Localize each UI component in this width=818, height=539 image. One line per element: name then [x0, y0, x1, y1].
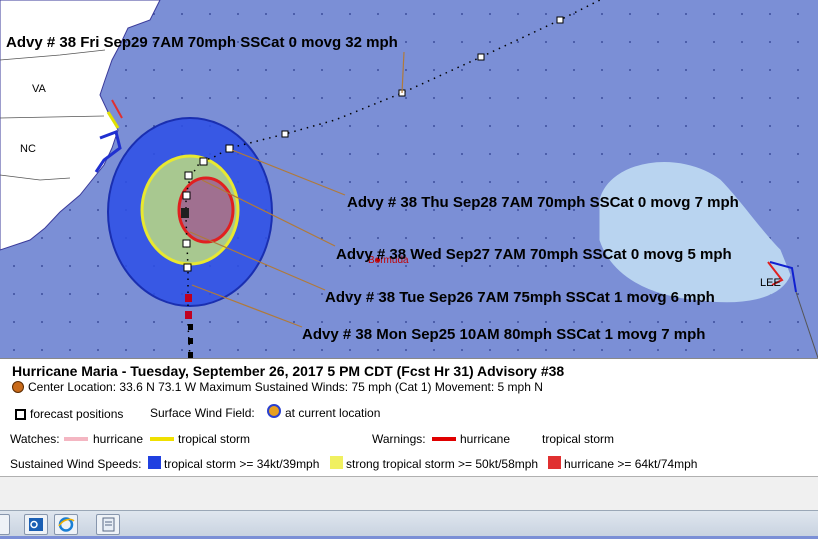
- center-location-text: Center Location: 33.6 N 73.1 W Maximum S…: [28, 380, 543, 394]
- forecast-position-marker: [183, 263, 192, 272]
- warning-hurricane-swatch: [432, 437, 456, 441]
- watch-ts-label: tropical storm: [178, 432, 251, 446]
- ts-wind-swatch: [148, 456, 161, 469]
- callout-thu-sep28: Advy # 38 Thu Sep28 7AM 70mph SSCat 0 mo…: [347, 194, 739, 211]
- watch-hurricane-label: hurricane: [93, 432, 144, 446]
- strong-ts-wind-swatch: [330, 456, 343, 469]
- past-position-marker: [185, 311, 192, 319]
- windows-flag-icon[interactable]: [0, 514, 10, 535]
- forecast-position-marker: [182, 191, 191, 200]
- state-label-nc: NC: [20, 143, 36, 155]
- past-position-marker: [185, 294, 192, 302]
- strong-ts-wind-label: strong tropical storm >= 50kt/58mph: [346, 457, 539, 471]
- past-position-marker: [188, 324, 193, 330]
- surface-wind-field-label: Surface Wind Field:: [150, 406, 255, 420]
- forecast-position-marker: [556, 16, 564, 24]
- callout-mon-sep25: Advy # 38 Mon Sep25 10AM 80mph SSCat 1 m…: [302, 326, 705, 343]
- forecast-position-legend-icon: [15, 409, 26, 420]
- map-canvas: LEE VA NC Bermuda Advy # 38 Fri Sep29 7A…: [0, 0, 818, 359]
- watches-label: Watches:: [10, 432, 60, 446]
- forecast-position-marker: [477, 53, 485, 61]
- viewer-status-area: [0, 476, 818, 511]
- forecast-positions-label: forecast positions: [30, 407, 124, 421]
- at-current-location-label: at current location: [285, 406, 381, 420]
- forecast-position-marker: [225, 144, 234, 153]
- forecast-position-marker: [199, 157, 208, 166]
- sustained-wind-label: Sustained Wind Speeds:: [10, 457, 142, 471]
- past-position-marker: [188, 338, 193, 344]
- taskbar: [0, 510, 818, 536]
- center-location-icon: [12, 381, 24, 393]
- hurricane-wind-swatch: [548, 456, 561, 469]
- legend-title: Hurricane Maria - Tuesday, September 26,…: [12, 363, 565, 379]
- forecast-position-marker: [182, 239, 191, 248]
- ts-wind-label: tropical storm >= 34kt/39mph: [164, 457, 320, 471]
- outlook-icon[interactable]: [24, 514, 48, 535]
- warning-ts-label: tropical storm: [542, 432, 615, 446]
- wind-field-target-icon: [267, 404, 281, 418]
- forecast-position-marker: [281, 130, 289, 138]
- callout-fri-sep29: Advy # 38 Fri Sep29 7AM 70mph SSCat 0 mo…: [6, 34, 398, 51]
- hurricane-map: LEE VA NC Bermuda Advy # 38 Fri Sep29 7A…: [0, 0, 818, 359]
- lee-label: LEE: [760, 277, 781, 289]
- internet-explorer-icon[interactable]: [54, 514, 78, 535]
- callout-wed-sep27: Advy # 38 Wed Sep27 7AM 70mph SSCat 0 mo…: [336, 246, 732, 263]
- forecast-position-marker: [184, 171, 193, 180]
- watch-ts-swatch: [150, 437, 174, 441]
- state-label-va: VA: [32, 83, 47, 95]
- current-position-marker: [181, 208, 189, 218]
- watch-hurricane-swatch: [64, 437, 88, 441]
- warnings-label: Warnings:: [372, 432, 426, 446]
- callout-tue-sep26: Advy # 38 Tue Sep26 7AM 75mph SSCat 1 mo…: [325, 289, 715, 306]
- hurricane-wind-label: hurricane >= 64kt/74mph: [564, 457, 698, 471]
- map-legend: Hurricane Maria - Tuesday, September 26,…: [0, 358, 818, 477]
- document-icon[interactable]: [96, 514, 120, 535]
- warning-hurricane-label: hurricane: [460, 432, 511, 446]
